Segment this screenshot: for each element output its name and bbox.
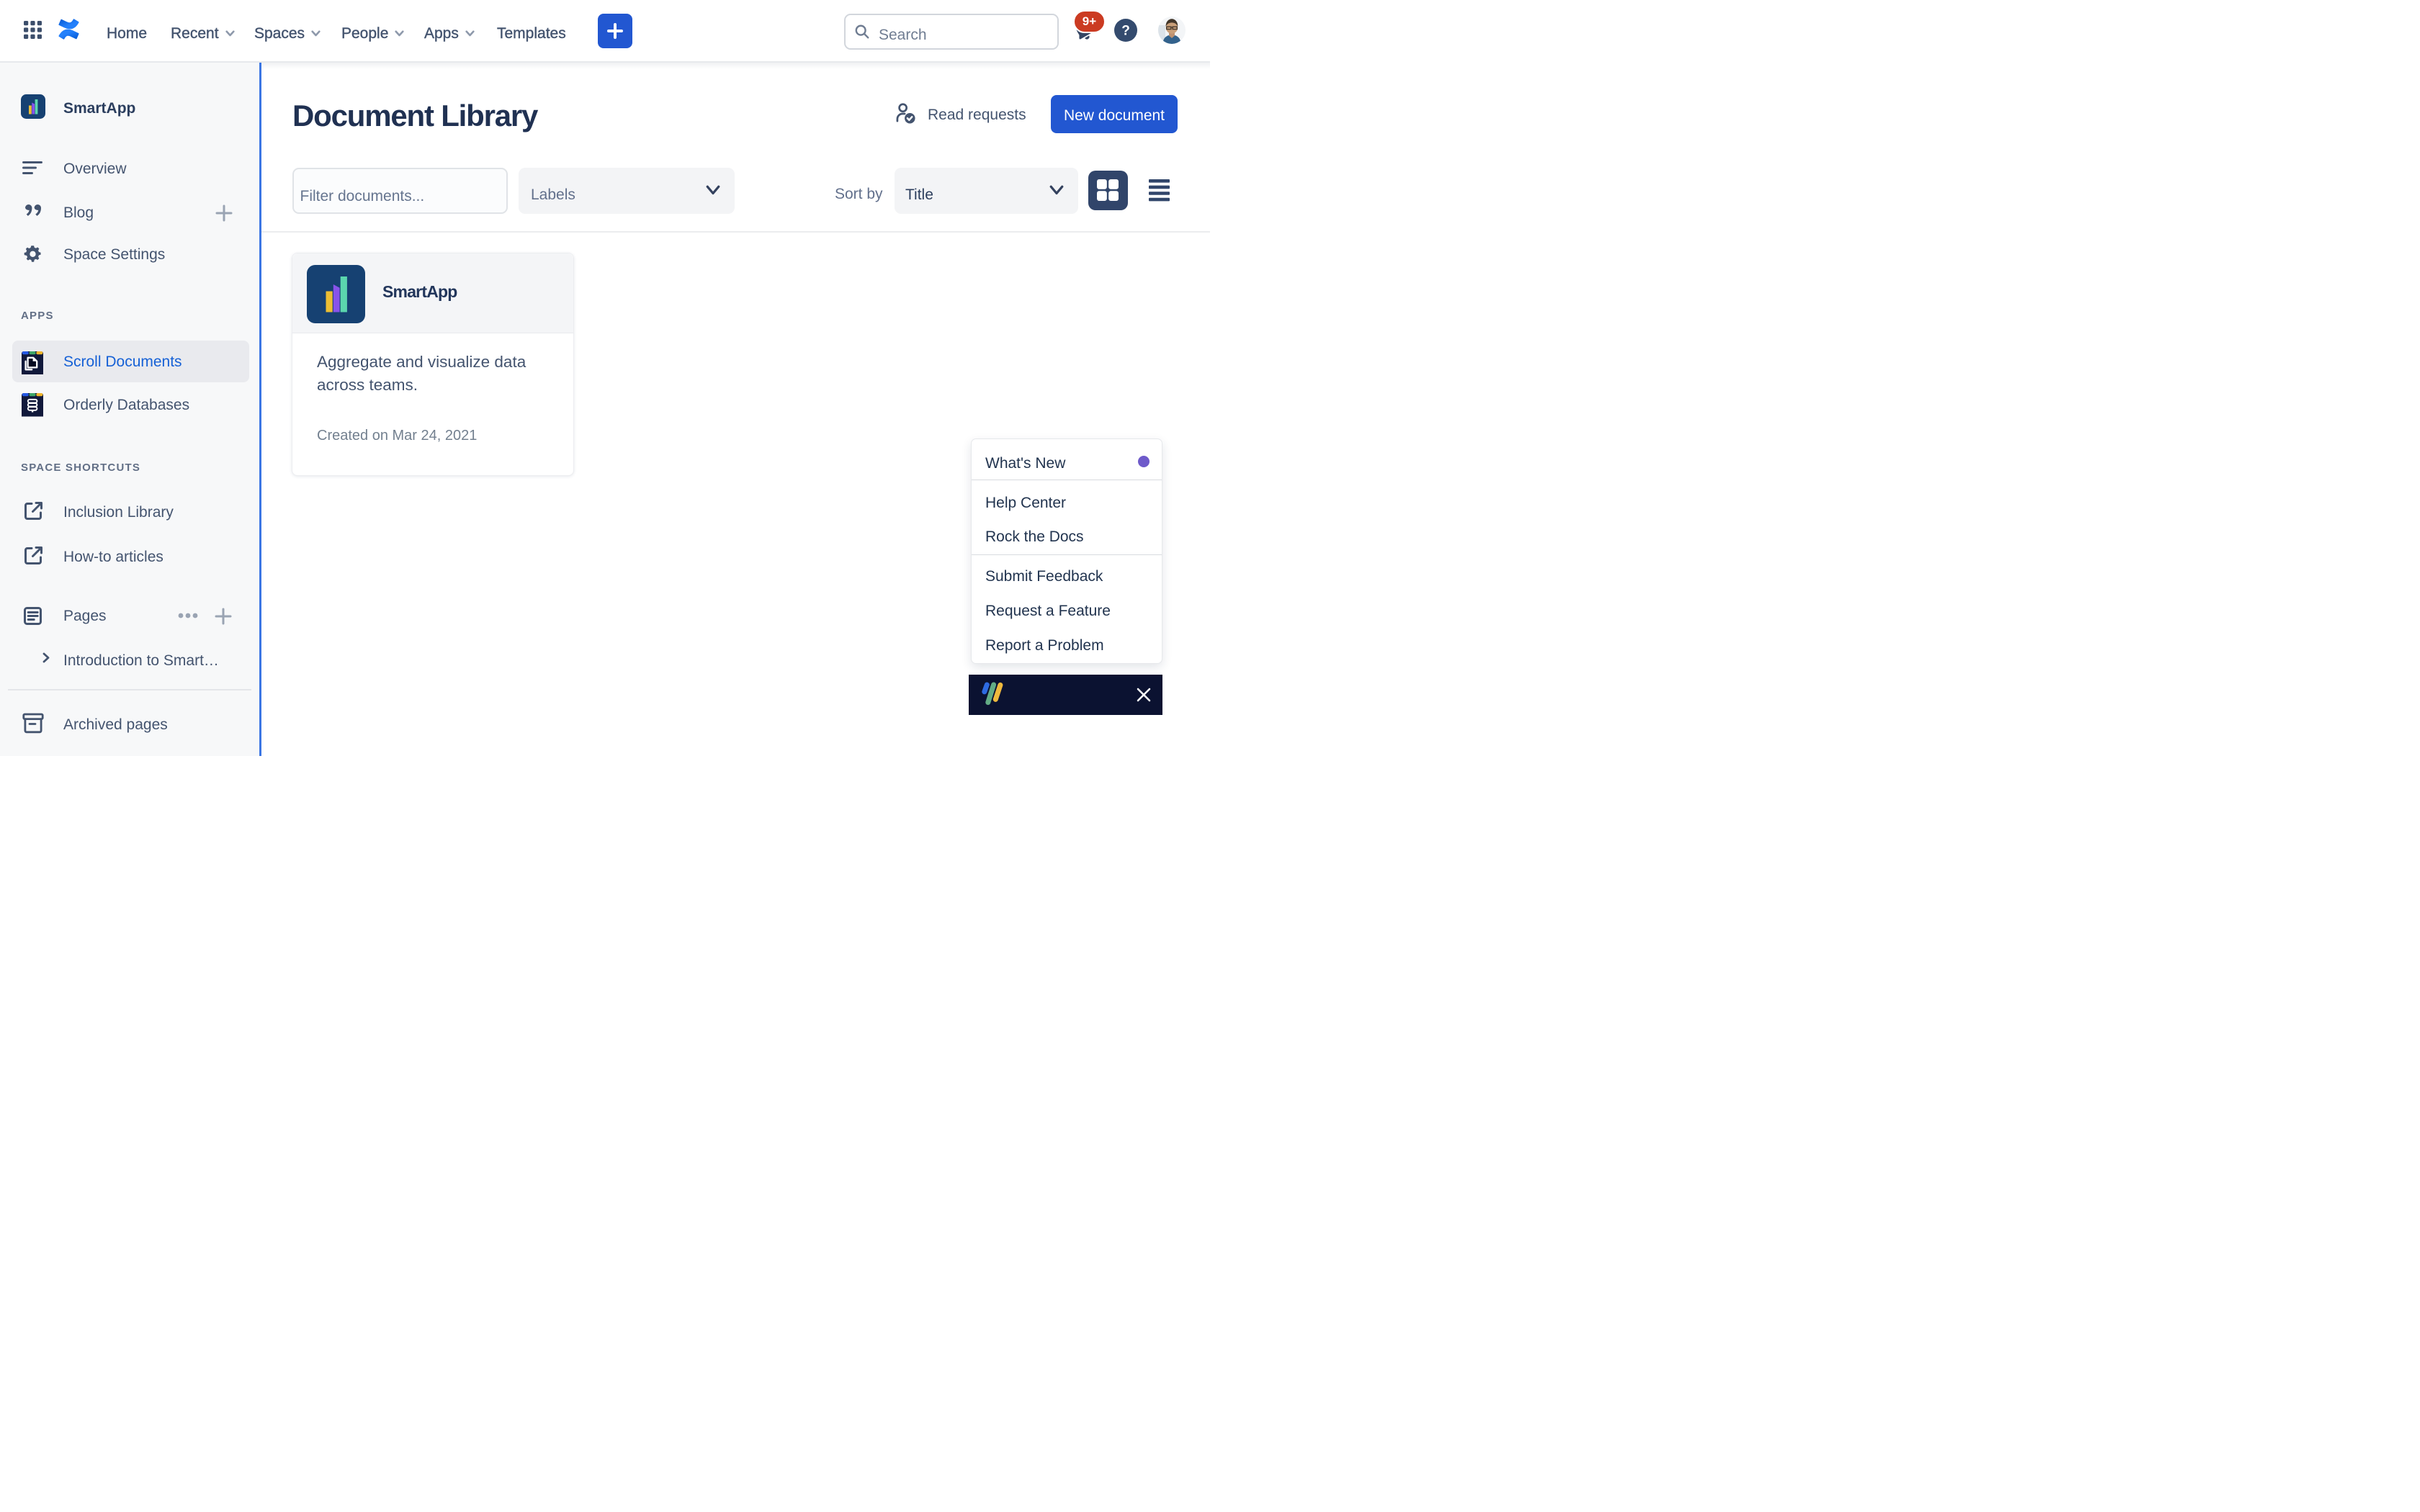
svg-text:?: ? xyxy=(1121,24,1130,39)
